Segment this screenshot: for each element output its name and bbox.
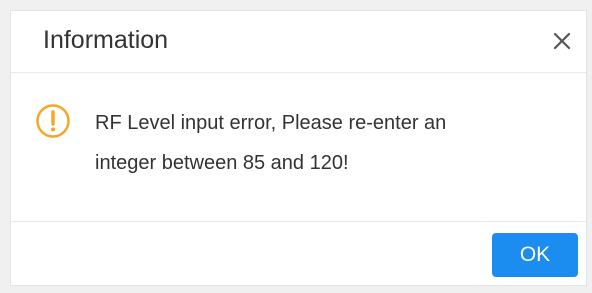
ok-button[interactable]: OK: [492, 233, 578, 277]
dialog-title: Information: [43, 26, 169, 54]
information-dialog: Information RF Level input error, Please…: [10, 10, 587, 286]
dialog-footer: OK: [11, 221, 586, 287]
dialog-header: Information: [11, 11, 586, 73]
message-line-1: RF Level input error, Please re-enter an: [95, 112, 447, 134]
message-line-2: integer between 85 and 120!: [95, 152, 349, 174]
warning-icon: [35, 103, 71, 139]
dialog-body: RF Level input error, Please re-enter an…: [11, 73, 586, 221]
close-icon[interactable]: [550, 29, 574, 53]
dialog-message: RF Level input error, Please re-enter an…: [95, 103, 565, 183]
